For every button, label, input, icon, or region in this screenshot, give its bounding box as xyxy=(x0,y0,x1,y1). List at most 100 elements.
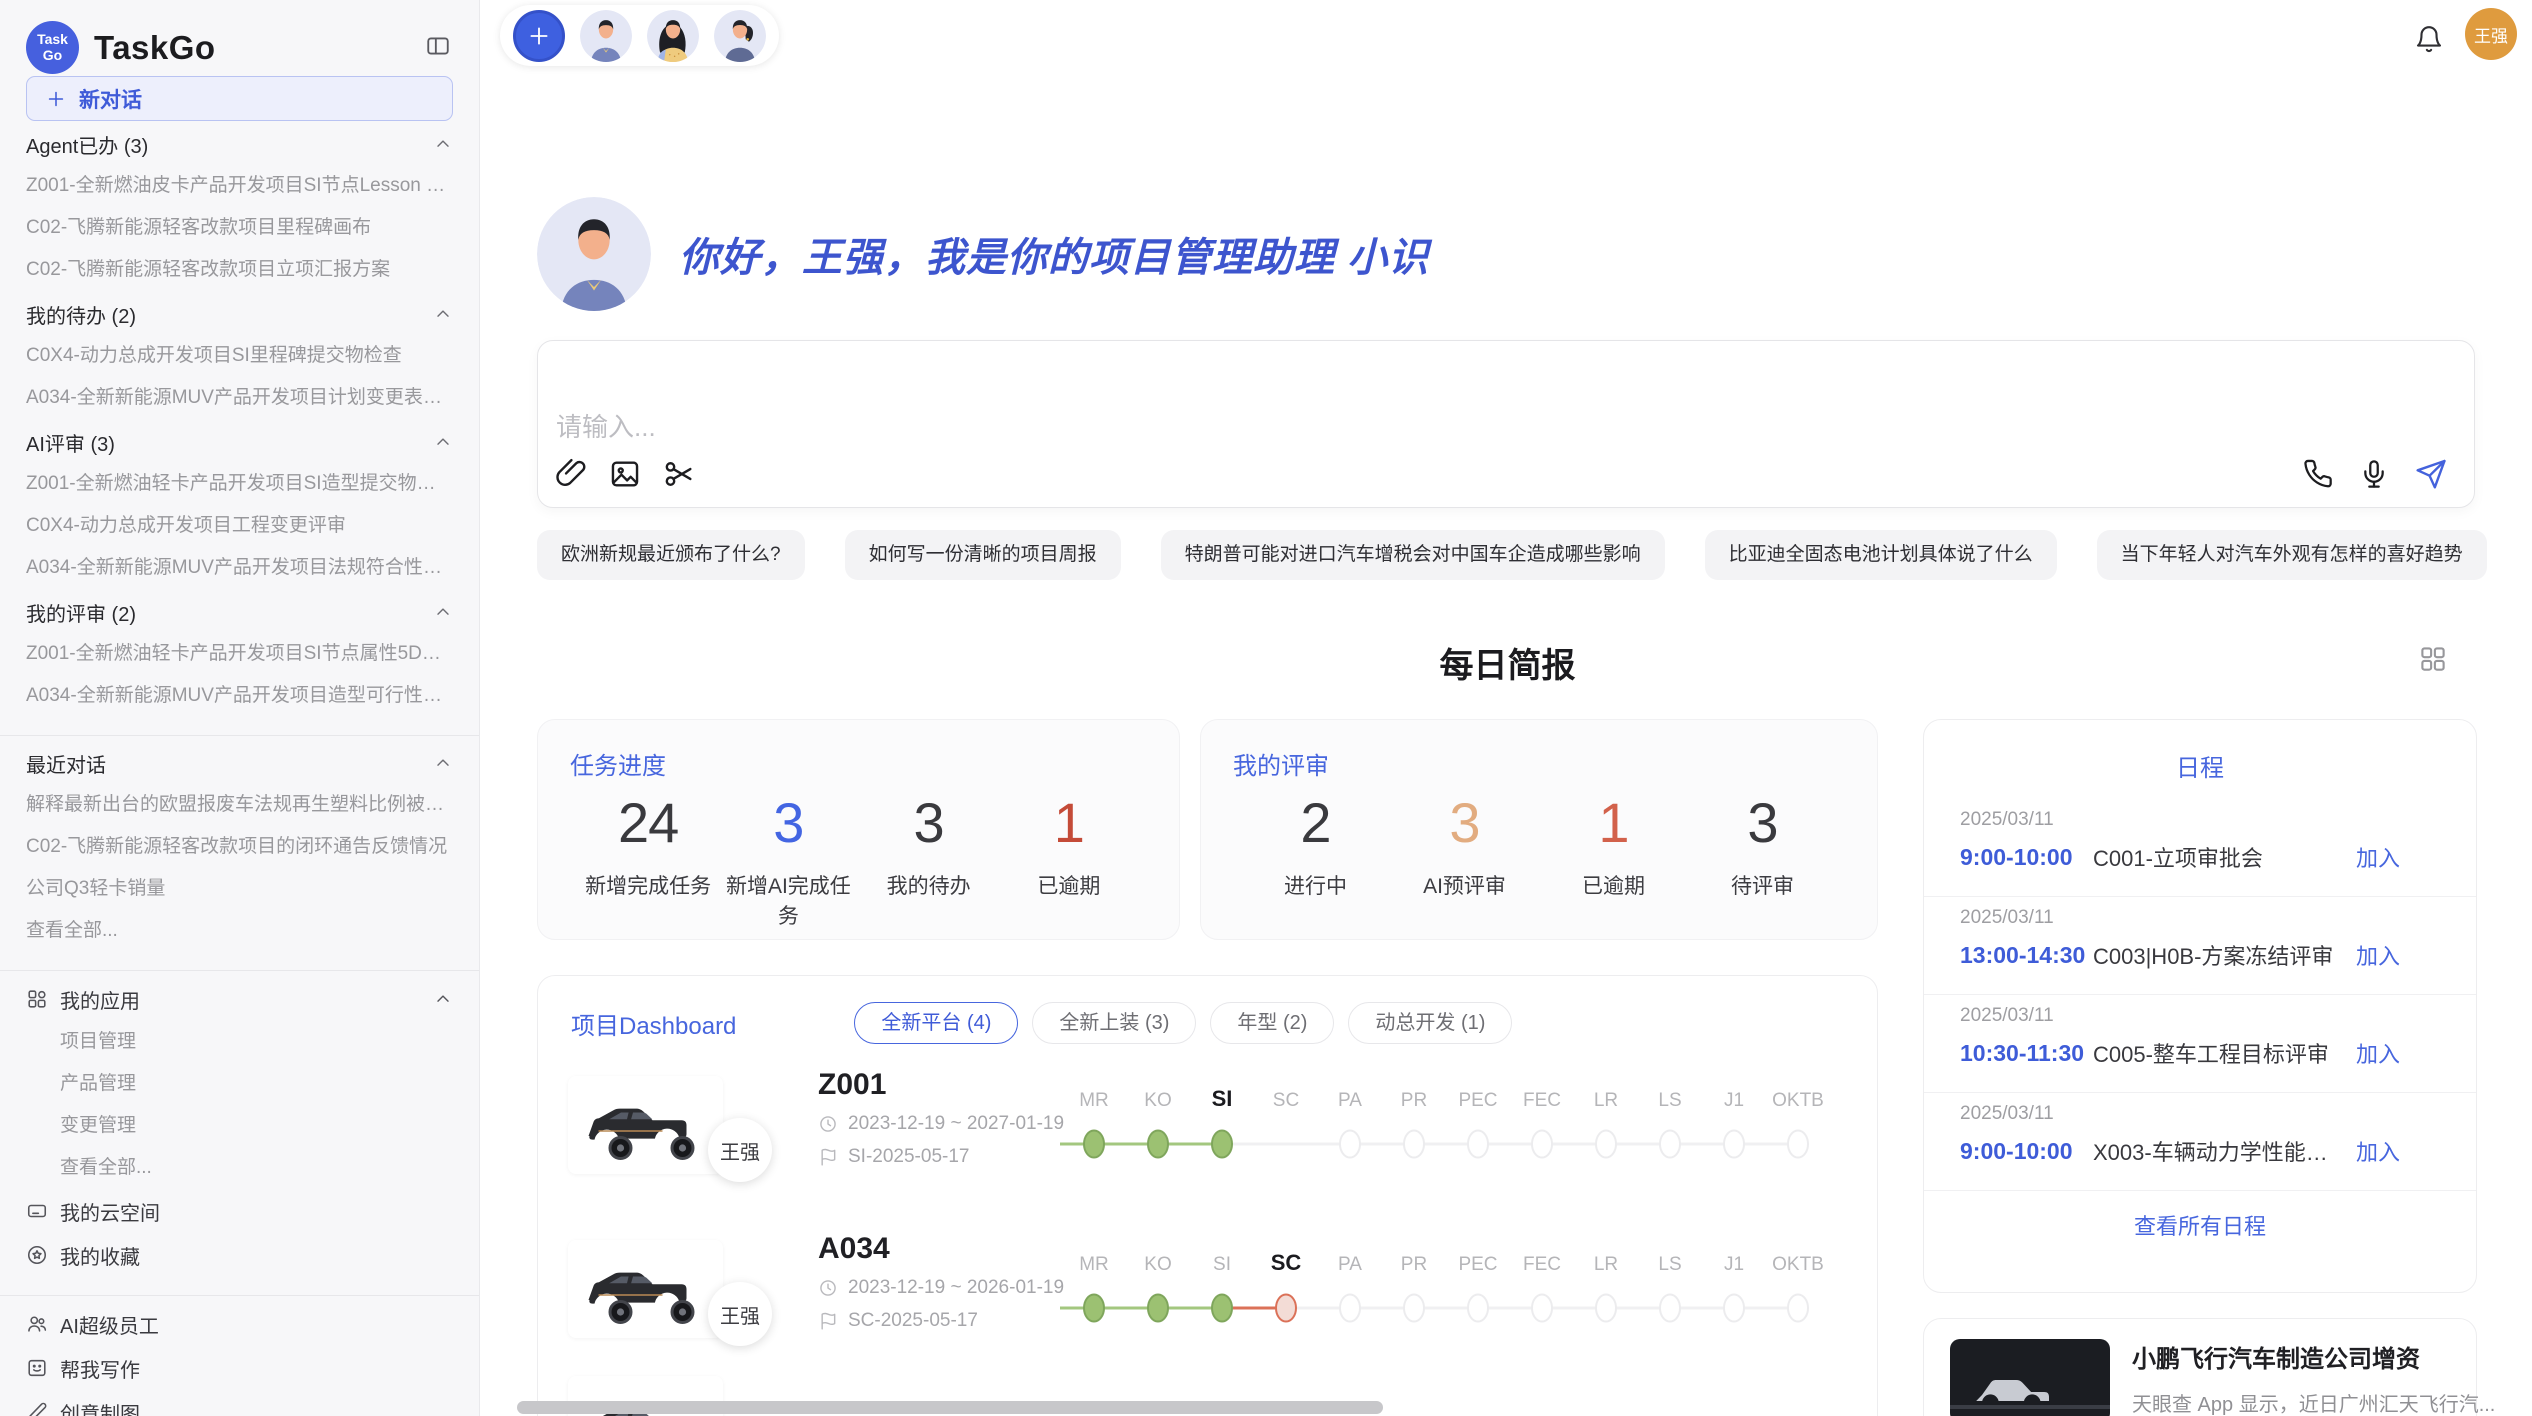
view-all-link[interactable]: 查看全部... xyxy=(26,1147,453,1189)
section-header-recent[interactable]: 最近对话 xyxy=(26,742,453,784)
divider xyxy=(0,735,479,736)
svg-text:J1: J1 xyxy=(1724,1254,1744,1275)
dashboard-tab[interactable]: 全新上装 (3) xyxy=(1032,1002,1196,1044)
app-item[interactable]: 变更管理 xyxy=(26,1105,453,1147)
section-title: 最近对话 xyxy=(26,749,106,778)
sidebar-item-star-badge[interactable]: 我的收藏 xyxy=(26,1233,453,1277)
app-item[interactable]: 产品管理 xyxy=(26,1063,453,1105)
conversation-item[interactable]: Z001-全新燃油轻卡产品开发项目SI节点属性5D文件评审 xyxy=(26,633,453,675)
user-avatar[interactable]: 王强 xyxy=(2465,8,2517,60)
dashboard-tab[interactable]: 动总开发 (1) xyxy=(1348,1002,1512,1044)
image-icon[interactable] xyxy=(608,457,642,491)
join-link[interactable]: 加入 xyxy=(2356,841,2400,873)
my-review-card: 我的评审 2进行中3AI预评审1已逾期3待评审 xyxy=(1200,719,1878,940)
metrics-row: 24新增完成任务3新增AI完成任务3我的待办1已逾期 xyxy=(578,792,1139,930)
app-sub-list: 项目管理产品管理变更管理查看全部... xyxy=(26,1021,453,1189)
section-header[interactable]: AI评审 (3) xyxy=(26,421,453,463)
sidebar-item-label: 创意制图 xyxy=(60,1398,453,1416)
event-time: 9:00-10:00 xyxy=(1960,844,2093,871)
sidebar-item-label: AI超级员工 xyxy=(60,1310,453,1339)
event-name: C001-立项审批会 xyxy=(2093,841,2342,873)
project-info: A0342023-12-19 ~ 2026-01-19SC-2025-05-17 xyxy=(818,1232,1064,1332)
conversation-item[interactable]: 解释最新出台的欧盟报废车法规再生塑料比例被调至15%... xyxy=(26,784,453,826)
pen-icon xyxy=(26,1401,48,1416)
conversation-item[interactable]: C0X4-动力总成开发项目工程变更评审 xyxy=(26,505,453,547)
join-link[interactable]: 加入 xyxy=(2356,939,2400,971)
conversation-item[interactable]: C02-飞腾新能源轻客改款项目的闭环通告反馈情况 xyxy=(26,826,453,868)
conversation-item[interactable]: C02-飞腾新能源轻客改款项目立项汇报方案 xyxy=(26,249,453,291)
sidebar-item-label: 我的应用 xyxy=(60,985,421,1014)
app-item[interactable]: 项目管理 xyxy=(26,1021,453,1063)
dashboard-tab[interactable]: 全新平台 (4) xyxy=(854,1002,1018,1044)
conversation-item[interactable]: Z001-全新燃油轻卡产品开发项目SI造型提交物评审 xyxy=(26,463,453,505)
send-icon[interactable] xyxy=(2414,457,2448,491)
sidebar-item-cloud-space[interactable]: 我的云空间 xyxy=(26,1189,453,1233)
conversation-item[interactable]: C02-飞腾新能源轻客改款项目里程碑画布 xyxy=(26,207,453,249)
event-date: 2025/03/11 xyxy=(1960,809,2440,831)
write-icon xyxy=(26,1357,48,1379)
conversation-item[interactable]: A034-全新新能源MUV产品开发项目法规符合性评审 xyxy=(26,547,453,589)
notification-bell-icon[interactable] xyxy=(2414,24,2444,59)
sidebar-collapse-icon[interactable] xyxy=(425,33,451,64)
dashboard-tab[interactable]: 年型 (2) xyxy=(1210,1002,1334,1044)
conversation-item[interactable]: A034-全新新能源MUV产品开发项目造型可行性评审 xyxy=(26,675,453,717)
schedule-list: 2025/03/119:00-10:00C001-立项审批会加入2025/03/… xyxy=(1924,799,2476,1191)
svg-text:PR: PR xyxy=(1401,1090,1427,1111)
conversation-item[interactable]: C0X4-动力总成开发项目SI里程碑提交物检查 xyxy=(26,335,453,377)
join-link[interactable]: 加入 xyxy=(2356,1135,2400,1167)
people-icon xyxy=(26,1313,48,1335)
star-badge-icon xyxy=(26,1244,48,1266)
view-all-link[interactable]: 查看全部... xyxy=(26,910,453,952)
conversation-item[interactable]: 公司Q3轻卡销量 xyxy=(26,868,453,910)
sidebar-item-write[interactable]: 帮我写作 xyxy=(26,1346,453,1390)
horizontal-scrollbar-thumb[interactable] xyxy=(517,1401,1383,1414)
event-row: 10:30-11:30C005-整车工程目标评审加入 xyxy=(1960,1037,2440,1069)
sidebar-item-people[interactable]: AI超级员工 xyxy=(26,1302,453,1346)
section-header[interactable]: Agent已办 (3) xyxy=(26,123,453,165)
project-dates-text: 2023-12-19 ~ 2026-01-19 xyxy=(848,1277,1064,1299)
metric-value: 3 xyxy=(718,792,858,854)
svg-text:LR: LR xyxy=(1594,1090,1618,1111)
mic-icon[interactable] xyxy=(2358,458,2390,490)
metric-label: 已逾期 xyxy=(1539,870,1688,900)
section-header[interactable]: 我的评审 (2) xyxy=(26,591,453,633)
schedule-event: 2025/03/1113:00-14:30C003|H0B-方案冻结评审加入 xyxy=(1924,897,2476,995)
new-chat-button[interactable]: 新对话 xyxy=(26,76,453,121)
section-title: AI评审 (3) xyxy=(26,428,115,457)
chat-input[interactable]: 请输入... xyxy=(537,340,2475,508)
suggestion-chip[interactable]: 如何写一份清晰的项目周报 xyxy=(845,530,1121,580)
phone-icon[interactable] xyxy=(2302,458,2334,490)
suggestion-chip[interactable]: 特朗普可能对进口汽车增税会对中国车企造成哪些影响 xyxy=(1161,530,1665,580)
session-avatar[interactable] xyxy=(714,10,766,62)
sidebar-item-pen[interactable]: 创意制图 xyxy=(26,1390,453,1416)
layout-grid-icon[interactable] xyxy=(2418,644,2448,679)
metric-label: 已逾期 xyxy=(999,870,1139,900)
project-row[interactable]: 王强A0342023-12-19 ~ 2026-01-19SC-2025-05-… xyxy=(538,1224,1877,1374)
view-all-schedule-link[interactable]: 查看所有日程 xyxy=(1924,1209,2476,1241)
join-link[interactable]: 加入 xyxy=(2356,1037,2400,1069)
session-avatar[interactable] xyxy=(647,10,699,62)
project-dates: 2023-12-19 ~ 2027-01-19 xyxy=(818,1113,1064,1135)
project-owner-badge: 王强 xyxy=(708,1118,772,1182)
suggestion-chip[interactable]: 比亚迪全固态电池计划具体说了什么 xyxy=(1705,530,2057,580)
svg-text:LR: LR xyxy=(1594,1254,1618,1275)
suggestion-chip[interactable]: 当下年轻人对汽车外观有怎样的喜好趋势 xyxy=(2097,530,2487,580)
conversation-item[interactable]: A034-全新新能源MUV产品开发项目计划变更表编写 xyxy=(26,377,453,419)
metric-value: 3 xyxy=(1688,792,1837,854)
paperclip-icon[interactable] xyxy=(554,457,588,491)
metric-label: 新增AI完成任务 xyxy=(718,870,858,930)
svg-text:SC: SC xyxy=(1271,1250,1302,1275)
svg-text:PR: PR xyxy=(1401,1254,1427,1275)
conversation-item[interactable]: Z001-全新燃油皮卡产品开发项目SI节点Lesson Learn报告 xyxy=(26,165,453,207)
suggestion-chip[interactable]: 欧洲新规最近颁布了什么? xyxy=(537,530,805,580)
project-row[interactable]: 王强Z0012023-12-19 ~ 2027-01-19SI-2025-05-… xyxy=(538,1060,1877,1210)
sidebar-item-my-apps[interactable]: 我的应用 xyxy=(26,977,453,1021)
project-dates: 2023-12-19 ~ 2026-01-19 xyxy=(818,1277,1064,1299)
metric: 3待评审 xyxy=(1688,792,1837,900)
divider xyxy=(0,970,479,971)
add-session-button[interactable] xyxy=(513,10,565,62)
scissors-icon[interactable] xyxy=(662,457,696,491)
section-header[interactable]: 我的待办 (2) xyxy=(26,293,453,335)
session-avatar[interactable] xyxy=(580,10,632,62)
news-card[interactable]: 小鹏飞行汽车制造公司增资 天眼查 App 显示，近日广州汇天飞行汽... xyxy=(1923,1318,2477,1416)
